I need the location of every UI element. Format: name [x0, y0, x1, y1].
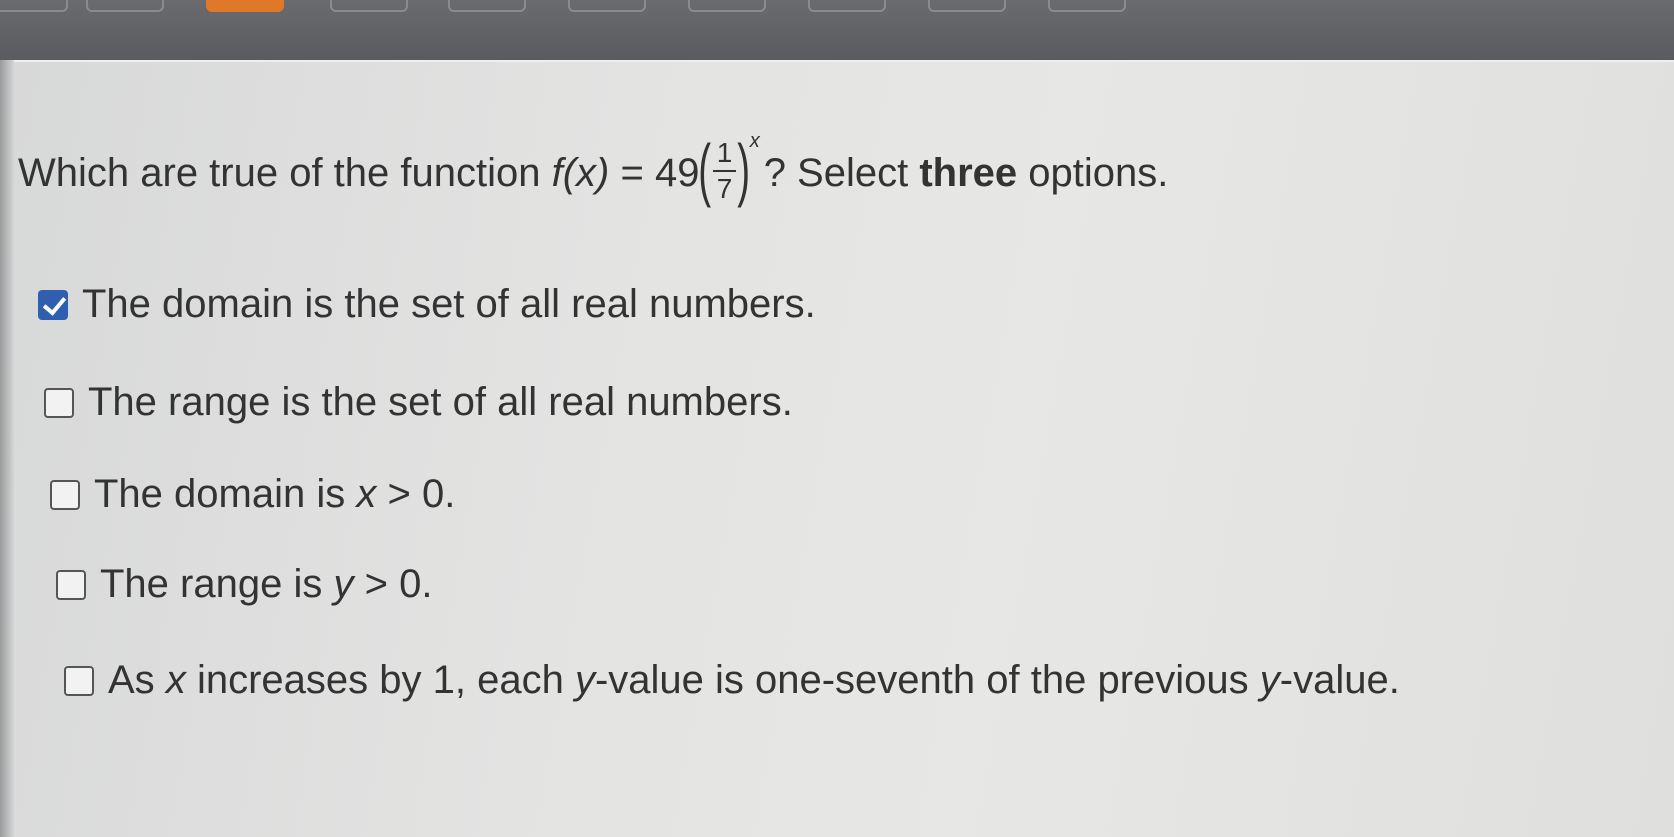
- nav-tab-current[interactable]: [206, 0, 284, 12]
- checkbox-unchecked-icon[interactable]: [44, 387, 74, 418]
- checkbox-unchecked-icon[interactable]: [56, 569, 86, 600]
- top-navigation-bar: [0, 0, 1674, 60]
- left-paren: (: [698, 130, 712, 208]
- nav-tab-4[interactable]: [330, 0, 408, 12]
- option-label: The range is the set of all real numbers…: [88, 380, 793, 424]
- function-coefficient: = 49: [620, 150, 700, 195]
- option-range-positive[interactable]: The range is y > 0.: [56, 562, 432, 607]
- nav-tab-1[interactable]: [0, 0, 68, 12]
- option-var: x: [356, 472, 377, 516]
- nav-tab-6[interactable]: [568, 0, 646, 12]
- nav-tab-10[interactable]: [1048, 0, 1126, 12]
- option-range-all-reals[interactable]: The range is the set of all real numbers…: [44, 380, 793, 425]
- option-var-x: x: [165, 658, 186, 702]
- option-var: y: [333, 562, 354, 606]
- question-prefix: Which are true of the function: [18, 150, 541, 195]
- option-label: The domain is: [94, 472, 346, 516]
- option-label-end: -value.: [1279, 658, 1400, 702]
- option-one-seventh[interactable]: As x increases by 1, each y -value is one…: [64, 658, 1400, 703]
- checkbox-checked-icon[interactable]: [38, 289, 68, 320]
- nav-tab-8[interactable]: [808, 0, 886, 12]
- option-label: As: [108, 658, 155, 702]
- right-paren: ): [737, 130, 751, 208]
- option-label-mid: increases by 1, each: [196, 658, 564, 702]
- option-label-end: > 0.: [364, 562, 433, 606]
- option-domain-all-reals[interactable]: The domain is the set of all real number…: [38, 282, 816, 327]
- nav-tab-9[interactable]: [928, 0, 1006, 12]
- nav-tab-5[interactable]: [448, 0, 526, 12]
- question-suffix-a: ? Select: [763, 150, 909, 195]
- option-domain-positive[interactable]: The domain is x > 0.: [50, 472, 455, 517]
- option-var-y: y: [574, 658, 595, 702]
- option-label: The domain is the set of all real number…: [82, 282, 816, 326]
- checkbox-unchecked-icon[interactable]: [64, 665, 94, 696]
- nav-tab-2[interactable]: [86, 0, 164, 12]
- option-label-end: > 0.: [387, 472, 456, 516]
- question-prompt: Which are true of the function f(x) = 49…: [18, 130, 1169, 208]
- checkbox-unchecked-icon[interactable]: [50, 479, 80, 510]
- fraction-numerator: 1: [712, 139, 737, 172]
- function-name: f(x): [551, 150, 610, 195]
- exponent: x: [749, 129, 760, 152]
- fraction-one-seventh: 17: [712, 139, 737, 204]
- option-label-mid2: -value is one-seventh of the previous: [594, 658, 1249, 702]
- question-suffix-b: options.: [1028, 150, 1169, 195]
- panel-edge: [0, 60, 14, 837]
- question-emphasis: three: [919, 150, 1018, 195]
- nav-tab-7[interactable]: [688, 0, 766, 12]
- option-label: The range is: [100, 562, 323, 606]
- option-var-y2: y: [1259, 658, 1280, 702]
- fraction-denominator: 7: [716, 173, 733, 204]
